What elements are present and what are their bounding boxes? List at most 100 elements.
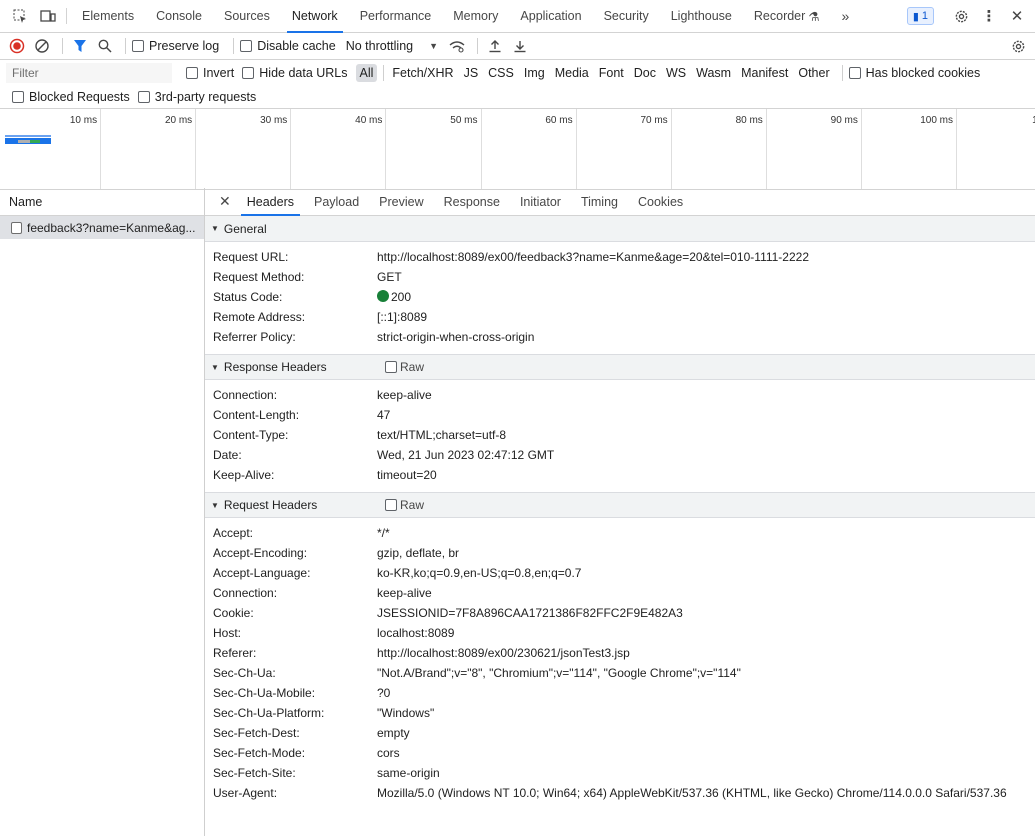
filter-type-js[interactable]: JS xyxy=(460,64,483,82)
blocked-requests-checkbox[interactable]: Blocked Requests xyxy=(12,90,130,104)
header-row: Sec-Ch-Ua-Platform: "Windows" xyxy=(205,703,1035,723)
timeline-tick-label: 80 ms xyxy=(735,115,763,126)
raw-label: Raw xyxy=(400,498,425,512)
tab-network[interactable]: Network xyxy=(281,0,349,33)
search-icon[interactable] xyxy=(94,35,116,57)
more-options-icon[interactable]: ⋮ xyxy=(975,7,1003,25)
header-name: Date: xyxy=(213,448,242,462)
timeline-tick-label: 30 ms xyxy=(260,115,288,126)
checkbox-box[interactable] xyxy=(132,40,144,52)
settings-gear-icon[interactable] xyxy=(947,9,975,24)
header-value: 200 xyxy=(377,290,411,304)
header-value-text: JSESSIONID=7F8A896CAA1721386F82FFC2F9E48… xyxy=(377,606,683,620)
header-value: ko-KR,ko;q=0.9,en-US;q=0.8,en;q=0.7 xyxy=(377,566,581,580)
checkbox-box[interactable] xyxy=(137,90,150,103)
header-name: Referer: xyxy=(213,646,257,660)
filter-type-wasm[interactable]: Wasm xyxy=(692,64,735,82)
filter-type-img[interactable]: Img xyxy=(520,64,549,82)
header-row: Connection: keep-alive xyxy=(205,385,1035,405)
checkbox-box[interactable] xyxy=(242,66,255,79)
name-column-header[interactable]: Name xyxy=(0,188,204,216)
header-value: keep-alive xyxy=(377,388,432,402)
filter-type-doc[interactable]: Doc xyxy=(630,64,660,82)
filter-type-media[interactable]: Media xyxy=(551,64,593,82)
tab-memory[interactable]: Memory xyxy=(442,0,509,32)
filter-input[interactable] xyxy=(6,62,172,83)
export-har-icon[interactable] xyxy=(509,35,531,57)
import-har-icon[interactable] xyxy=(484,35,506,57)
timeline-tick: 50 ms xyxy=(450,109,482,189)
third-party-checkbox[interactable]: 3rd-party requests xyxy=(137,90,256,104)
header-value-text: keep-alive xyxy=(377,388,432,402)
checkbox-box[interactable] xyxy=(848,66,861,79)
clear-icon[interactable] xyxy=(31,35,53,57)
response-raw-checkbox[interactable]: Raw xyxy=(385,360,424,374)
header-value: "Windows" xyxy=(377,706,434,720)
detail-tab-response[interactable]: Response xyxy=(434,188,510,215)
detail-tab-preview[interactable]: Preview xyxy=(369,188,433,215)
filter-type-css[interactable]: CSS xyxy=(484,64,518,82)
tab-application[interactable]: Application xyxy=(509,0,592,32)
detail-tab-payload[interactable]: Payload xyxy=(304,188,369,215)
checkbox-box[interactable] xyxy=(385,361,397,373)
tab-security[interactable]: Security xyxy=(593,0,660,32)
header-value: ?0 xyxy=(377,686,390,700)
inspect-element-icon[interactable] xyxy=(6,0,34,32)
close-devtools-icon[interactable]: ✕ xyxy=(1003,7,1031,25)
devtools-tab-bar: Elements Console Sources Network Performance… xyxy=(0,0,1035,33)
checkbox-box[interactable] xyxy=(240,40,253,52)
issues-count: 1 xyxy=(921,10,928,22)
has-blocked-cookies-checkbox[interactable]: Has blocked cookies xyxy=(848,66,980,80)
response-headers-section-header[interactable]: ▼ Response Headers Raw xyxy=(205,354,1035,380)
tab-lighthouse[interactable]: Lighthouse xyxy=(660,0,743,32)
header-name: Status Code: xyxy=(213,290,283,304)
network-settings-gear-icon[interactable] xyxy=(1007,35,1029,57)
filter-funnel-icon[interactable] xyxy=(69,35,91,57)
timeline-tick-label: 70 ms xyxy=(640,115,668,126)
close-detail-icon[interactable]: ✕ xyxy=(213,188,237,215)
general-section-body: Request URL: http://localhost:8089/ex00/f… xyxy=(205,242,1035,354)
checkbox-box[interactable] xyxy=(385,499,397,511)
tab-sources[interactable]: Sources xyxy=(213,0,281,32)
filter-type-other[interactable]: Other xyxy=(794,64,833,82)
tab-label: Recorder xyxy=(753,9,806,23)
request-raw-checkbox[interactable]: Raw xyxy=(385,498,424,512)
hide-data-urls-checkbox[interactable]: Hide data URLs xyxy=(242,66,348,80)
device-toolbar-icon[interactable] xyxy=(34,0,62,32)
disable-cache-checkbox[interactable]: Disable cache xyxy=(240,39,336,53)
filter-type-all[interactable]: All xyxy=(355,63,378,82)
filter-type-ws[interactable]: WS xyxy=(662,64,690,82)
request-detail-panel: ✕ Headers Payload Preview Response Initiator… xyxy=(205,188,1035,836)
checkbox-box[interactable] xyxy=(12,90,24,103)
record-stop-icon[interactable] xyxy=(6,35,28,57)
header-value-text: */* xyxy=(377,526,390,540)
header-value-text: timeout=20 xyxy=(377,468,437,482)
filter-type-manifest[interactable]: Manifest xyxy=(737,64,792,82)
issues-badge[interactable]: ▮ 1 xyxy=(906,7,934,25)
checkbox-box[interactable] xyxy=(186,66,198,79)
detail-tab-cookies[interactable]: Cookies xyxy=(628,188,693,215)
preserve-log-checkbox[interactable]: Preserve log xyxy=(132,39,219,53)
detail-tab-headers[interactable]: Headers xyxy=(237,188,304,216)
filter-bar: Invert Hide data URLs All Fetch/XHRJSCSSI… xyxy=(0,60,1035,85)
request-row[interactable]: feedback3?name=Kanme&ag... xyxy=(0,216,204,239)
network-overview-timeline[interactable]: 10 ms 20 ms 30 ms 40 ms 50 ms 60 ms 70 ms 80 ms… xyxy=(0,109,1035,190)
request-name-column: Name feedback3?name=Kanme&ag... xyxy=(0,188,205,836)
filter-separator xyxy=(841,64,843,81)
throttling-select[interactable]: No throttling ▼ xyxy=(346,39,438,53)
tab-recorder[interactable]: Recorder ⚗ xyxy=(743,0,831,32)
detail-tab-timing[interactable]: Timing xyxy=(571,188,628,215)
request-headers-section-header[interactable]: ▼ Request Headers Raw xyxy=(205,492,1035,518)
filter-type-font[interactable]: Font xyxy=(595,64,628,82)
header-row: Request URL: http://localhost:8089/ex00/f… xyxy=(205,247,1035,267)
filter-type-fetch-xhr[interactable]: Fetch/XHR xyxy=(388,64,457,82)
detail-tab-initiator[interactable]: Initiator xyxy=(510,188,571,215)
tab-performance[interactable]: Performance xyxy=(349,0,443,32)
timeline-tick: 10 ms xyxy=(70,109,102,189)
more-tabs-icon[interactable]: » xyxy=(831,0,861,32)
general-section-header[interactable]: ▼ General xyxy=(205,216,1035,242)
tab-elements[interactable]: Elements xyxy=(71,0,145,32)
tab-console[interactable]: Console xyxy=(145,0,213,32)
invert-checkbox[interactable]: Invert xyxy=(186,66,234,80)
network-conditions-icon[interactable] xyxy=(446,35,468,57)
